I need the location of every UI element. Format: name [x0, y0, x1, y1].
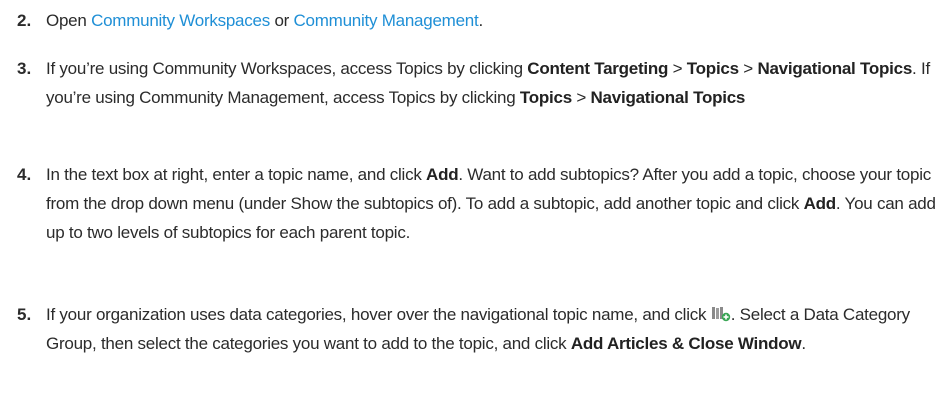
topics-label: Topics — [686, 59, 739, 78]
navigational-topics-label: Navigational Topics — [590, 88, 746, 107]
add-label: Add — [803, 194, 837, 213]
instruction-list: 2. Open Community Workspaces or Communit… — [0, 0, 951, 419]
step-number: 4. — [17, 165, 32, 184]
step-number: 3. — [17, 59, 32, 78]
text: or — [269, 11, 294, 30]
text: > — [738, 59, 758, 78]
step-number: 2. — [17, 11, 32, 30]
topics-label: Topics — [519, 88, 572, 107]
text: . — [478, 11, 483, 30]
step-text: In the text box at right, enter a topic … — [46, 160, 947, 247]
step-number: 5. — [17, 305, 32, 324]
text: Open — [46, 11, 92, 30]
text: > — [571, 88, 591, 107]
add-label: Add — [426, 165, 459, 184]
text: In the text box at right, enter a topic … — [46, 165, 427, 184]
add-articles-icon[interactable] — [711, 302, 731, 322]
step-text: Open Community Workspaces or Community M… — [46, 6, 947, 35]
step-text: If you’re using Community Workspaces, ac… — [46, 54, 947, 112]
community-management-link[interactable]: Community Management — [294, 11, 479, 30]
content-targeting-label: Content Targeting — [527, 59, 669, 78]
community-workspaces-link[interactable]: Community Workspaces — [91, 11, 270, 30]
text: > — [668, 59, 687, 78]
text: If your organization uses data categorie… — [46, 305, 711, 324]
text: . — [801, 334, 806, 353]
navigational-topics-label: Navigational Topics — [757, 59, 913, 78]
step-text: If your organization uses data categorie… — [46, 300, 947, 358]
add-articles-close-window-label: Add Articles & Close Window — [570, 334, 802, 353]
text: If you’re using Community Workspaces, ac… — [46, 59, 528, 78]
